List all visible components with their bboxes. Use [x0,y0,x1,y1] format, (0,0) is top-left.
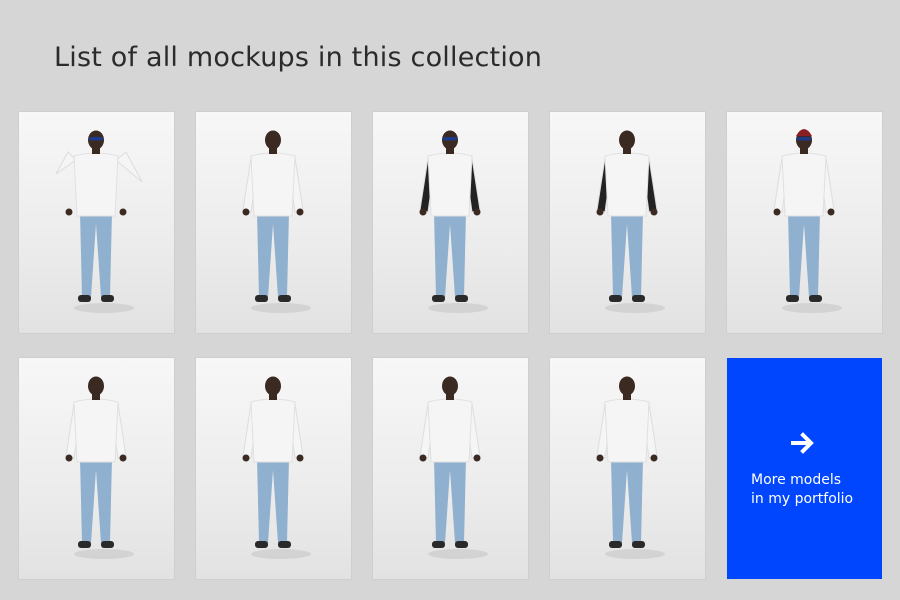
model-figure [419,130,488,313]
model-figure [242,130,311,313]
mockup-thumbnail[interactable] [550,358,705,579]
model-figure [773,129,842,313]
page-title: List of all mockups in this collection [54,42,543,73]
arrow-right-icon [791,432,814,454]
mockup-thumbnail[interactable] [19,358,174,579]
model-figure [55,130,143,313]
model-figure [419,376,488,559]
model-figure [596,376,665,559]
more-models-button[interactable]: More models in my portfolio [727,358,882,579]
mockup-thumbnail[interactable] [19,112,174,333]
model-figure [242,376,311,559]
model-figure [65,376,134,559]
mockup-thumbnail[interactable] [373,112,528,333]
more-models-label: More models in my portfolio [751,472,854,507]
mockup-thumbnail[interactable] [727,112,882,333]
mockup-thumbnail[interactable] [373,358,528,579]
mockup-thumbnail[interactable] [196,112,351,333]
model-figure [596,130,665,313]
mockup-thumbnail[interactable] [550,112,705,333]
mockup-thumbnail[interactable] [196,358,351,579]
